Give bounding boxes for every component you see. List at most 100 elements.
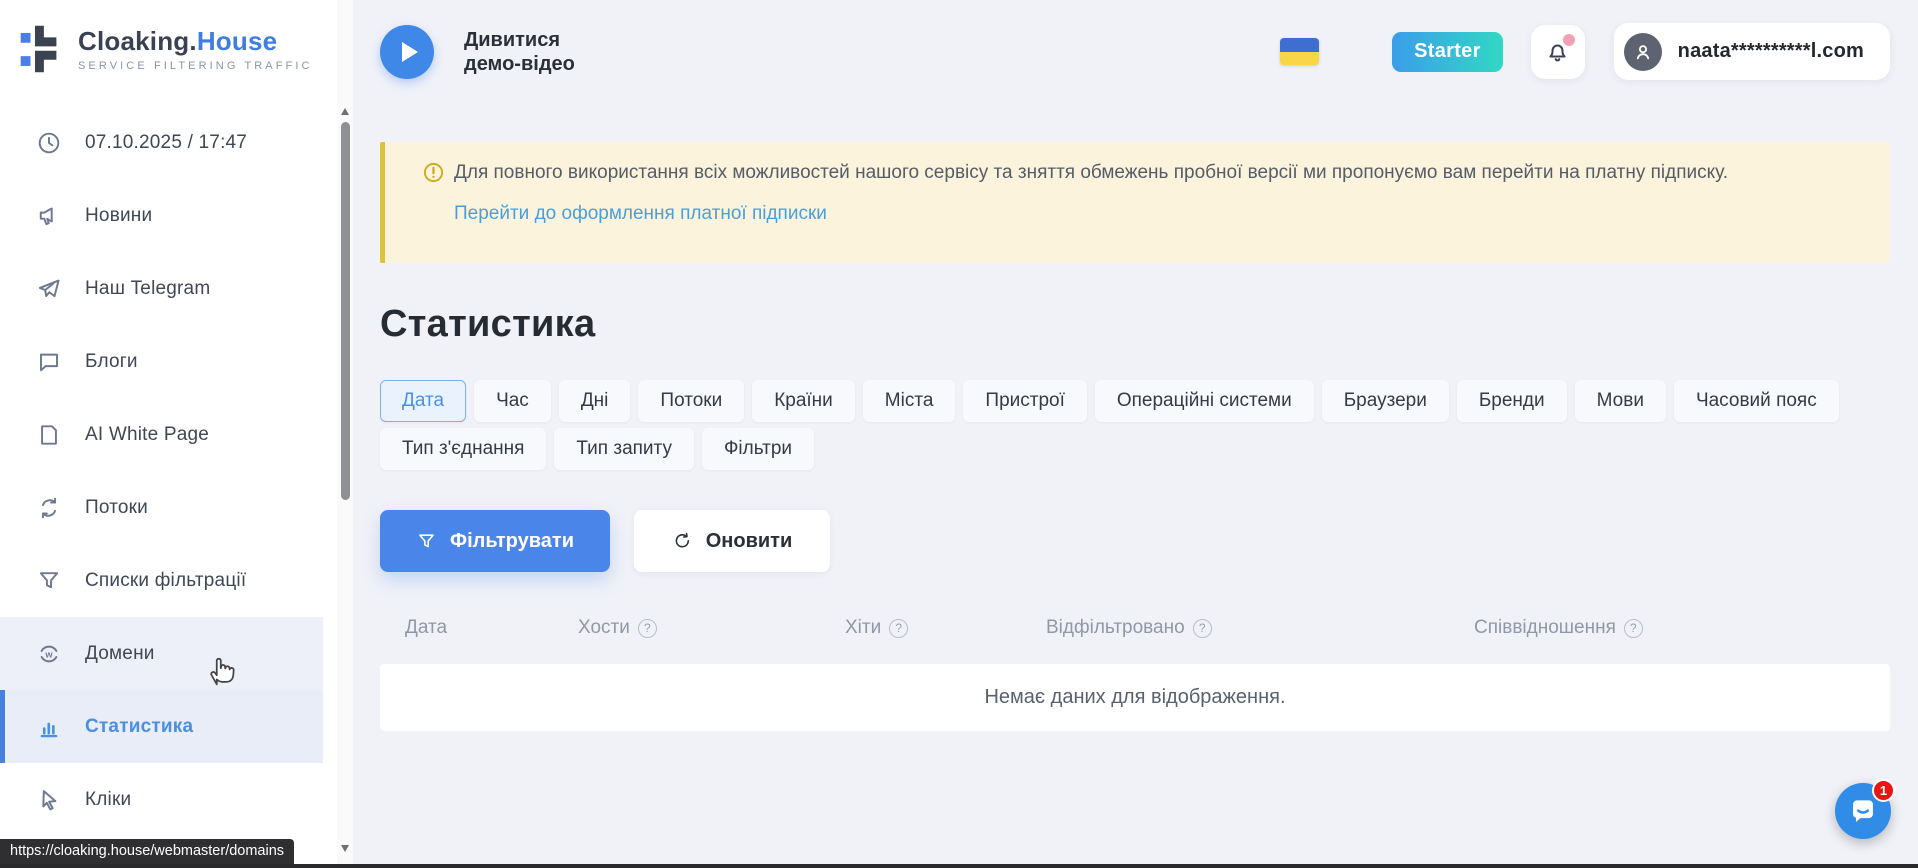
refresh-icon <box>672 531 693 552</box>
filter-tab[interactable]: Дата <box>380 380 466 422</box>
empty-state-text: Немає даних для відображення. <box>984 686 1285 709</box>
avatar <box>1624 33 1662 71</box>
demo-video-button[interactable]: Дивитися демо-відео <box>380 25 596 79</box>
actions-row: Фільтрувати Оновити <box>380 510 1890 572</box>
logo-icon <box>20 24 66 74</box>
filter-tab[interactable]: Пристрої <box>963 380 1086 422</box>
play-icon <box>380 25 434 79</box>
refresh-button[interactable]: Оновити <box>634 510 830 572</box>
help-icon[interactable]: ? <box>638 619 657 638</box>
banner-text: Для повного використання всіх можливосте… <box>454 159 1728 186</box>
filter-tab[interactable]: Час <box>474 380 551 422</box>
sidebar-nav: 07.10.2025 / 17:47 Новини Наш Telegram Б… <box>0 106 323 836</box>
sidebar-item-label: Статистика <box>85 716 193 738</box>
filter-button[interactable]: Фільтрувати <box>380 510 610 572</box>
telegram-icon <box>36 276 62 302</box>
column-header: Відфільтровано ? <box>1046 617 1474 639</box>
sidebar-item-filter-lists[interactable]: Списки фільтрації <box>0 544 323 617</box>
plan-badge[interactable]: Starter <box>1392 32 1503 72</box>
page-icon <box>36 422 62 448</box>
filter-tab[interactable]: Потоки <box>638 380 744 422</box>
chat-widget-button[interactable]: 1 <box>1835 783 1891 839</box>
filter-tab[interactable]: Тип запиту <box>554 428 694 470</box>
sidebar-scrollbar <box>337 0 353 864</box>
column-label: Хіти <box>845 617 881 639</box>
filter-tab[interactable]: Міста <box>863 380 956 422</box>
filter-tab[interactable]: Бренди <box>1457 380 1567 422</box>
column-label: Дата <box>405 617 447 639</box>
column-header: Дата <box>405 617 578 639</box>
filter-tab[interactable]: Тип з'єднання <box>380 428 546 470</box>
column-label: Відфільтровано <box>1046 617 1185 639</box>
svg-text:w: w <box>44 649 53 659</box>
filter-button-label: Фільтрувати <box>450 530 574 553</box>
main-content: Для повного використання всіх можливосте… <box>380 142 1890 731</box>
scrollbar-thumb[interactable] <box>341 122 350 500</box>
ukraine-flag-icon[interactable] <box>1280 38 1319 65</box>
column-header: Хости ? <box>578 617 845 639</box>
user-menu[interactable]: naata**********l.com <box>1614 23 1890 80</box>
column-label: Співвідношення <box>1474 617 1616 639</box>
sidebar-item-label: Новини <box>85 205 152 227</box>
brand-title: Cloaking.House <box>78 26 313 57</box>
filter-tab[interactable]: Країни <box>752 380 855 422</box>
sidebar-item-clicks[interactable]: Кліки <box>0 763 323 836</box>
sidebar-item-telegram[interactable]: Наш Telegram <box>0 252 323 325</box>
page-title: Статистика <box>380 303 1890 347</box>
help-icon[interactable]: ? <box>1193 619 1212 638</box>
notifications-button[interactable] <box>1531 25 1585 79</box>
sidebar-item-blogs[interactable]: Блоги <box>0 325 323 398</box>
column-header: Співвідношення ? <box>1474 617 1890 639</box>
chat-icon <box>36 349 62 375</box>
unread-badge: 1 <box>1872 779 1895 802</box>
sidebar-item-label: Кліки <box>85 789 131 811</box>
clock-icon <box>36 130 62 156</box>
notification-dot <box>1563 34 1575 46</box>
sidebar-item-label: 07.10.2025 / 17:47 <box>85 132 247 154</box>
filter-tab[interactable]: Операційні системи <box>1095 380 1314 422</box>
sidebar-item-domains[interactable]: w Домени <box>0 617 323 690</box>
filter-tab[interactable]: Часовий пояс <box>1674 380 1839 422</box>
sidebar-item-ai-white-page[interactable]: AI White Page <box>0 398 323 471</box>
sidebar-item-label: Наш Telegram <box>85 278 210 300</box>
scroll-up-arrow[interactable] <box>341 108 349 115</box>
sync-icon <box>36 495 62 521</box>
help-icon[interactable]: ? <box>1624 619 1643 638</box>
refresh-button-label: Оновити <box>706 530 793 553</box>
user-email: naata**********l.com <box>1678 40 1864 63</box>
cursor-icon <box>36 787 62 813</box>
filter-tab[interactable]: Мови <box>1575 380 1666 422</box>
warning-icon <box>422 161 445 184</box>
table-header: Дата Хости ? Хіти ? Відфільтровано ? Спі… <box>380 612 1890 644</box>
window-edge <box>0 864 1918 868</box>
scroll-down-arrow[interactable] <box>341 845 349 852</box>
sidebar-item-streams[interactable]: Потоки <box>0 471 323 544</box>
sidebar-item-label: Списки фільтрації <box>85 570 246 592</box>
megaphone-icon <box>36 203 62 229</box>
topbar-right: Starter naata**********l.com <box>1280 23 1890 80</box>
brand-title-main: Cloaking. <box>78 26 197 56</box>
sidebar-item-news[interactable]: Новини <box>0 179 323 252</box>
sidebar-item-label: Блоги <box>85 351 138 373</box>
empty-state: Немає даних для відображення. <box>380 664 1890 731</box>
column-header: Хіти ? <box>845 617 1046 639</box>
sidebar-item-label: AI White Page <box>85 424 209 446</box>
sidebar-item-statistics[interactable]: Статистика <box>0 690 323 763</box>
filter-tab[interactable]: Дні <box>559 380 631 422</box>
link-preview-tooltip: https://cloaking.house/webmaster/domains <box>0 839 294 864</box>
demo-video-label: Дивитися демо-відео <box>464 28 596 76</box>
sidebar-item-label: Домени <box>85 643 155 665</box>
help-icon[interactable]: ? <box>889 619 908 638</box>
logo[interactable]: Cloaking.House SERVICE FILTERING TRAFFIC <box>0 0 337 74</box>
upgrade-subscription-link[interactable]: Перейти до оформлення платної підписки <box>454 203 827 225</box>
sidebar-item-datetime[interactable]: 07.10.2025 / 17:47 <box>0 106 323 179</box>
filter-tab[interactable]: Браузери <box>1322 380 1449 422</box>
sidebar-item-label: Потоки <box>85 497 148 519</box>
trial-banner: Для повного використання всіх можливосте… <box>380 142 1890 263</box>
column-label: Хости <box>578 617 630 639</box>
brand-title-accent: House <box>197 26 277 56</box>
filter-tab[interactable]: Фільтри <box>702 428 814 470</box>
domains-icon: w <box>36 641 62 667</box>
brand-tagline: SERVICE FILTERING TRAFFIC <box>78 60 313 72</box>
filter-tabs: ДатаЧасДніПотокиКраїниМістаПристроїОпера… <box>380 380 1890 470</box>
